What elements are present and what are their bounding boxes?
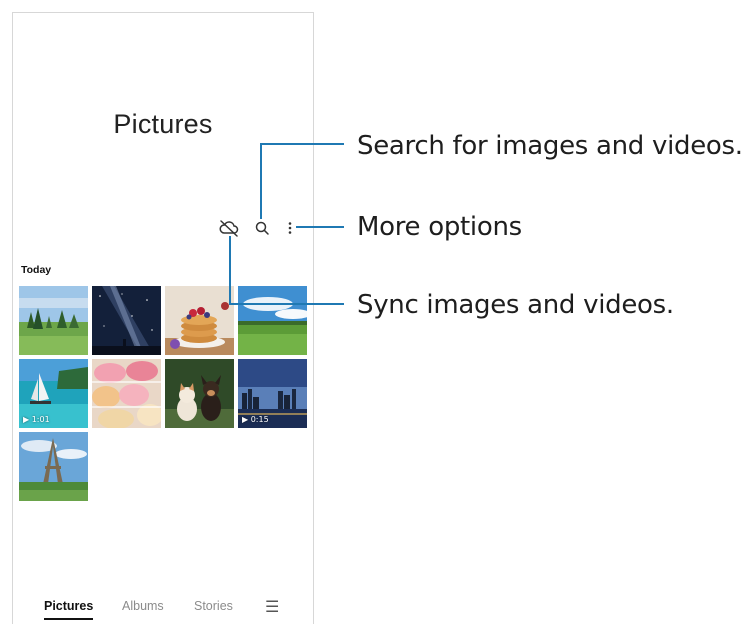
video-duration-label: ▶ 1:01: [23, 415, 50, 424]
thumbnail-sailboat-video[interactable]: ▶ 1:01: [19, 359, 88, 428]
callout-search: Search for images and videos.: [357, 131, 743, 161]
search-leader-vertical: [260, 143, 262, 219]
thumbnail-macarons[interactable]: [92, 359, 161, 428]
thumbnail-eiffel-tower[interactable]: [19, 432, 88, 501]
thumbnail-pancakes[interactable]: [165, 286, 234, 355]
search-icon[interactable]: [251, 217, 273, 239]
video-duration-value: 0:15: [250, 415, 269, 424]
thumbnail-landscape[interactable]: [19, 286, 88, 355]
tab-stories[interactable]: Stories: [194, 599, 233, 613]
hamburger-menu-icon[interactable]: ☰: [265, 597, 279, 617]
sync-leader-horizontal: [229, 303, 344, 305]
search-leader-horizontal: [260, 143, 344, 145]
callout-more-options: More options: [357, 212, 522, 242]
active-tab-indicator: [44, 618, 94, 620]
more-leader-line: [296, 226, 344, 228]
more-vertical-icon[interactable]: [279, 217, 301, 239]
gallery-app-screen: Pictures Today ▶ 1:01 ▶ 0:15 Pictures Al…: [12, 12, 314, 624]
thumbnail-night-sky[interactable]: [92, 286, 161, 355]
sync-leader-vertical: [229, 236, 231, 304]
thumbnail-green-field[interactable]: [238, 286, 307, 355]
page-title: Pictures: [113, 109, 213, 139]
tab-pictures[interactable]: Pictures: [44, 599, 94, 620]
video-duration-label: ▶ 0:15: [242, 415, 269, 424]
section-label-today: Today: [21, 264, 52, 276]
bottom-navigation: Pictures Albums Stories ☰: [13, 597, 313, 623]
callout-sync: Sync images and videos.: [357, 290, 674, 320]
video-duration-value: 1:01: [31, 415, 50, 424]
thumbnail-cat-and-dog[interactable]: [165, 359, 234, 428]
tab-albums[interactable]: Albums: [122, 599, 164, 613]
tab-pictures-label: Pictures: [44, 599, 94, 613]
thumbnail-city-skyline-video[interactable]: ▶ 0:15: [238, 359, 307, 428]
